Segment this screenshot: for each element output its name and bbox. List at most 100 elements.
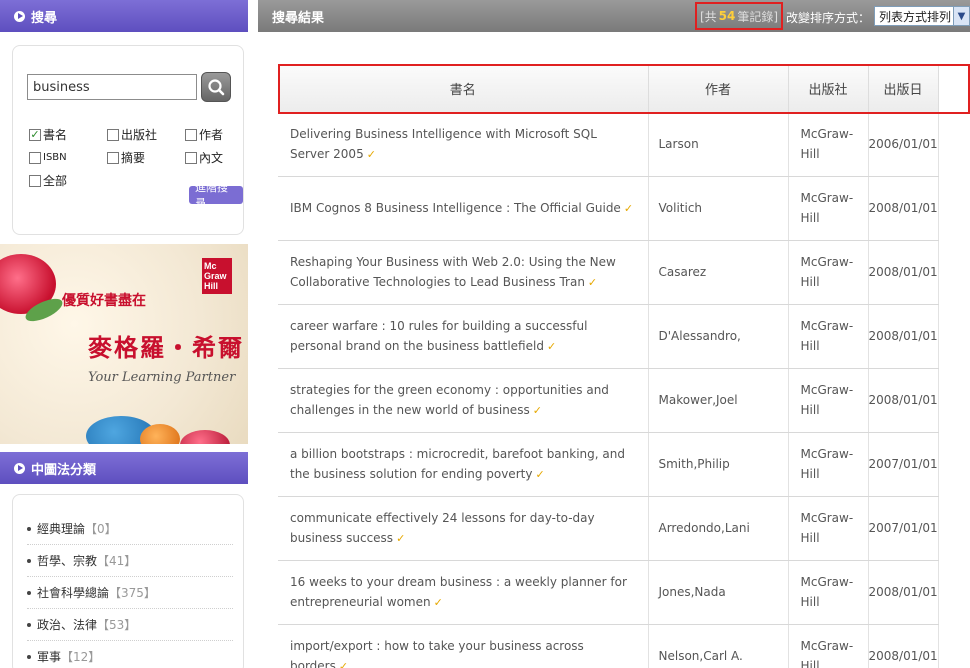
author-cell: Nelson,Carl A. [648, 624, 789, 668]
book-title-cell[interactable]: a billion bootstraps : microcredit, bare… [278, 432, 649, 497]
book-title-cell[interactable]: communicate effectively 24 lessons for d… [278, 496, 649, 561]
checkbox-publisher[interactable]: 出版社 [107, 126, 169, 143]
search-button[interactable] [201, 72, 231, 102]
checkbox-icon[interactable] [29, 151, 41, 164]
author-cell: Smith,Philip [648, 432, 789, 497]
result-count: [共 54 筆記錄] [695, 2, 783, 30]
book-title-link[interactable]: strategies for the green economy : oppor… [290, 383, 609, 417]
check-icon: ✓ [433, 595, 443, 609]
column-header-publisher[interactable]: 出版社 [788, 66, 869, 113]
publisher-cell: McGraw-Hill [788, 624, 869, 668]
classification-panel: 經典理論【0】 哲學、宗教【41】 社會科學總論【375】 政治、法律【53】 … [12, 494, 244, 668]
author-cell: Arredondo,Lani [648, 496, 789, 561]
results-table-body: Delivering Business Intelligence with Mi… [278, 112, 939, 668]
publisher-cell: McGraw-Hill [788, 432, 869, 497]
classification-item[interactable]: 哲學、宗教【41】 [27, 545, 233, 577]
publisher-banner[interactable]: Mc Graw Hill 優質好書盡在 麥格羅・希爾 Your Learning… [0, 244, 248, 444]
classification-item[interactable]: 社會科學總論【375】 [27, 577, 233, 609]
book-title-link[interactable]: IBM Cognos 8 Business Intelligence : The… [290, 201, 621, 215]
date-cell: 2006/01/01 [868, 112, 939, 177]
table-row[interactable]: communicate effectively 24 lessons for d… [278, 496, 939, 561]
publisher-cell: McGraw-Hill [788, 112, 869, 177]
classification-item[interactable]: 經典理論【0】 [27, 513, 233, 545]
book-title-cell[interactable]: Delivering Business Intelligence with Mi… [278, 112, 649, 177]
checkbox-icon[interactable] [107, 151, 119, 164]
publisher-cell: McGraw-Hill [788, 304, 869, 369]
check-icon: ✓ [396, 531, 406, 545]
table-row[interactable]: import/export : how to take your busines… [278, 624, 939, 668]
date-cell: 2008/01/01 [868, 176, 939, 241]
table-row[interactable]: Delivering Business Intelligence with Mi… [278, 112, 939, 177]
date-cell: 2008/01/01 [868, 624, 939, 668]
search-panel-title: 搜尋 [31, 10, 58, 26]
table-row[interactable]: a billion bootstraps : microcredit, bare… [278, 432, 939, 497]
column-header-title[interactable]: 書名 [278, 66, 649, 113]
book-title-link[interactable]: Reshaping Your Business with Web 2.0: Us… [290, 255, 616, 289]
book-title-link[interactable]: import/export : how to take your busines… [290, 639, 584, 668]
date-cell: 2008/01/01 [868, 304, 939, 369]
publisher-cell: McGraw-Hill [788, 240, 869, 305]
table-row[interactable]: IBM Cognos 8 Business Intelligence : The… [278, 176, 939, 241]
book-title-link[interactable]: a billion bootstraps : microcredit, bare… [290, 447, 625, 481]
sort-select[interactable]: 列表方式排列 ▼ [874, 6, 970, 26]
checkbox-checked-icon[interactable]: ✓ [29, 128, 41, 141]
checkbox-content[interactable]: 內文 [185, 149, 247, 166]
date-cell: 2007/01/01 [868, 496, 939, 561]
table-row[interactable]: career warfare : 10 rules for building a… [278, 304, 939, 369]
author-cell: Casarez [648, 240, 789, 305]
results-table-wrap: 書名 作者 出版社 出版日 Delivering Business Intell… [278, 64, 970, 668]
decor-egg-red [180, 430, 230, 444]
checkbox-icon[interactable] [185, 151, 197, 164]
column-header-author[interactable]: 作者 [648, 66, 789, 113]
book-title-cell[interactable]: IBM Cognos 8 Business Intelligence : The… [278, 176, 649, 241]
classification-item[interactable]: 軍事【12】 [27, 641, 233, 668]
circle-arrow-icon [14, 462, 25, 474]
chevron-down-icon[interactable]: ▼ [953, 7, 969, 25]
table-row[interactable]: 16 weeks to your dream business : a week… [278, 560, 939, 625]
author-cell: Volitich [648, 176, 789, 241]
check-icon: ✓ [587, 275, 598, 289]
book-title-cell[interactable]: strategies for the green economy : oppor… [278, 368, 649, 433]
sort-label: 改變排序方式： [786, 11, 871, 25]
banner-tagline: 優質好書盡在 [62, 293, 146, 309]
checkbox-icon[interactable] [185, 128, 197, 141]
author-cell: Jones,Nada [648, 560, 789, 625]
checkbox-isbn[interactable]: ISBN [29, 149, 91, 166]
checkbox-title[interactable]: ✓ 書名 [29, 126, 91, 143]
table-row[interactable]: strategies for the green economy : oppor… [278, 368, 939, 433]
bullet-icon [27, 654, 31, 659]
book-title-cell[interactable]: 16 weeks to your dream business : a week… [278, 560, 649, 625]
column-header-date[interactable]: 出版日 [868, 66, 939, 113]
bullet-icon [27, 590, 31, 595]
book-title-link[interactable]: career warfare : 10 rules for building a… [290, 319, 587, 353]
decor-egg-orange [140, 424, 180, 444]
result-count-value: 54 [718, 9, 736, 23]
checkbox-all[interactable]: 全部 [29, 172, 91, 189]
search-input[interactable] [27, 74, 197, 100]
author-cell: D'Alessandro, [648, 304, 789, 369]
check-icon: ✓ [546, 339, 557, 353]
search-field-options-row3: 全部 [29, 172, 91, 189]
left-sidebar: 搜尋 ✓ 書名 出版社 作者 [0, 0, 248, 668]
author-cell: Makower,Joel [648, 368, 789, 433]
book-title-link[interactable]: 16 weeks to your dream business : a week… [290, 575, 627, 609]
search-panel-header: 搜尋 [0, 0, 248, 32]
checkbox-author[interactable]: 作者 [185, 126, 247, 143]
mcgraw-hill-logo: Mc Graw Hill [202, 258, 232, 294]
book-title-cell[interactable]: career warfare : 10 rules for building a… [278, 304, 649, 369]
book-title-cell[interactable]: Reshaping Your Business with Web 2.0: Us… [278, 240, 649, 305]
book-title-link[interactable]: communicate effectively 24 lessons for d… [290, 511, 595, 545]
results-title: 搜尋結果 [272, 10, 325, 26]
bullet-icon [27, 526, 31, 531]
results-area: 搜尋結果 [共 54 筆記錄] 改變排序方式： 列表方式排列 ▼ 書名 作者 出… [258, 0, 970, 668]
book-title-cell[interactable]: import/export : how to take your busines… [278, 624, 649, 668]
book-title-link[interactable]: Delivering Business Intelligence with Mi… [290, 127, 597, 161]
circle-arrow-icon [14, 10, 25, 22]
table-row[interactable]: Reshaping Your Business with Web 2.0: Us… [278, 240, 939, 305]
checkbox-icon[interactable] [29, 174, 41, 187]
checkbox-abstract[interactable]: 摘要 [107, 149, 169, 166]
advanced-search-button[interactable]: 進階搜尋 [189, 181, 243, 210]
date-cell: 2008/01/01 [868, 240, 939, 305]
checkbox-icon[interactable] [107, 128, 119, 141]
classification-item[interactable]: 政治、法律【53】 [27, 609, 233, 641]
